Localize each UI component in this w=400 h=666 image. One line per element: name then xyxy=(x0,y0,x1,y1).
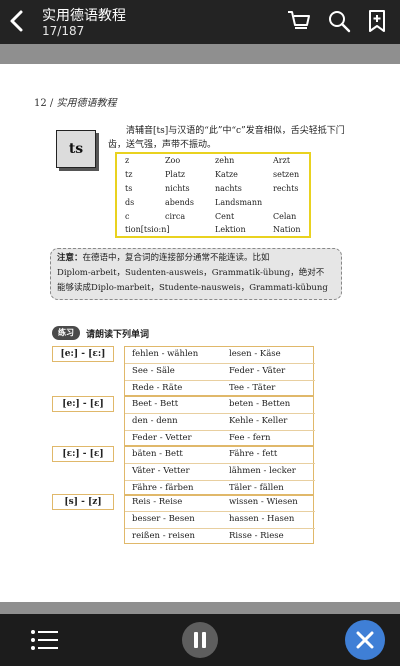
word-pair: See - Säle xyxy=(132,366,175,376)
intro-text: 清辅音[ts]与汉语的“此”中“c”发音相似，舌尖轻抵下门齿，送气强，声带不振动… xyxy=(108,126,345,150)
note-line: 注意：在德语中，复合词的连接部分通常不能连读。比如 xyxy=(57,253,270,263)
book-page: 12 / 实用德语教程 ts 清辅音[ts]与汉语的“此”中“c”发音相似，舌尖… xyxy=(0,64,400,602)
word-pair: hassen - Hasen xyxy=(229,514,295,524)
word-group: fehlen - wählen lesen - Käse See - Säle … xyxy=(124,346,315,396)
page-indicator: 17/187 xyxy=(42,24,85,38)
exercise-title: 请朗读下列单词 xyxy=(86,330,150,340)
phoneme-label: [s] - [z] xyxy=(52,494,114,510)
page-gap-bottom xyxy=(0,602,400,614)
bookmark-add-icon[interactable] xyxy=(364,8,390,34)
phoneme-label: [ɛ:] - [ɛ] xyxy=(52,446,114,462)
word-pair: Kehle - Keller xyxy=(229,416,288,426)
close-icon xyxy=(356,631,374,649)
page-number: 12 xyxy=(34,98,47,109)
table-row: c circa Cent Celan xyxy=(125,212,297,221)
note-box: 注意：在德语中，复合词的连接部分通常不能连读。比如 Diplom-arbeit，… xyxy=(50,248,342,300)
reader-app: 实用德语教程 17/187 12 / 实用德语教程 ts 清辅音[ts]与汉语的… xyxy=(0,0,400,666)
word-pair: Täler - fällen xyxy=(229,483,284,493)
book-title: 实用德语教程 xyxy=(42,8,126,24)
word-pair: Fähre - fett xyxy=(229,449,278,459)
word-pair: Rede - Räte xyxy=(132,383,183,393)
word-group: Beet - Bett beten - Betten den - denn Ke… xyxy=(124,396,315,446)
exercise-badge: 练习 xyxy=(52,326,80,340)
top-bar: 实用德语教程 17/187 xyxy=(0,0,400,44)
word-pair: Fähre - färben xyxy=(132,483,194,493)
table-row: ts nichts nachts rechts xyxy=(125,184,299,193)
back-arrow-icon[interactable] xyxy=(6,6,28,36)
word-pair: lähmen - lecker xyxy=(229,466,296,476)
cart-icon[interactable] xyxy=(286,8,312,34)
word-pair: beten - Betten xyxy=(229,399,291,409)
table-row: ds abends Landsmann xyxy=(125,198,263,207)
ts-sound-box: ts xyxy=(56,130,96,168)
table-row: tz Platz Katze setzen xyxy=(125,170,300,179)
page-header: 12 / 实用德语教程 xyxy=(34,98,117,109)
note-line: 能够读成Diplo-marbeit，Studente-nausweis，Gram… xyxy=(57,283,328,293)
word-pair: Tee - Täter xyxy=(229,383,276,393)
word-pair: reißen - reisen xyxy=(132,531,195,541)
note-label: 注意： xyxy=(57,253,83,263)
close-button[interactable] xyxy=(345,620,385,660)
word-pair: Fee - fern xyxy=(229,433,271,443)
word-pair: Risse - Riese xyxy=(229,531,284,541)
word-table: z Zoo zehn Arzt tz Platz Katze setzen ts… xyxy=(115,152,311,238)
menu-icon[interactable] xyxy=(30,628,60,652)
word-pair: den - denn xyxy=(132,416,178,426)
page-gap-top xyxy=(0,44,400,64)
search-icon[interactable] xyxy=(326,8,352,34)
word-pair: besser - Besen xyxy=(132,514,195,524)
word-group: Reis - Reise wissen - Wiesen besser - Be… xyxy=(124,494,315,544)
word-group: bäten - Bett Fähre - fett Väter - Vetter… xyxy=(124,446,315,496)
word-pair: fehlen - wählen xyxy=(132,349,199,359)
word-pair: Feder - Väter xyxy=(229,366,286,376)
word-pair: bäten - Bett xyxy=(132,449,183,459)
pause-icon xyxy=(194,632,206,648)
table-row: z Zoo zehn Arzt xyxy=(125,156,291,165)
word-pair: Reis - Reise xyxy=(132,497,183,507)
phoneme-label: [e:] - [ɛ] xyxy=(52,396,114,412)
note-line: Diplom-arbeit，Sudenten-ausweis，Grammatik… xyxy=(57,268,325,278)
word-pair: Feder - Vetter xyxy=(132,433,192,443)
phoneme-label: [e:] - [ɛ:] xyxy=(52,346,114,362)
bottom-bar xyxy=(0,614,400,666)
word-pair: lesen - Käse xyxy=(229,349,281,359)
word-pair: Väter - Vetter xyxy=(132,466,190,476)
word-pair: wissen - Wiesen xyxy=(229,497,298,507)
page-header-title: 实用德语教程 xyxy=(56,98,117,109)
pause-button[interactable] xyxy=(182,622,218,658)
table-row: tion[tsio:n] Lektion Nation xyxy=(125,225,301,234)
word-pair: Beet - Bett xyxy=(132,399,179,409)
